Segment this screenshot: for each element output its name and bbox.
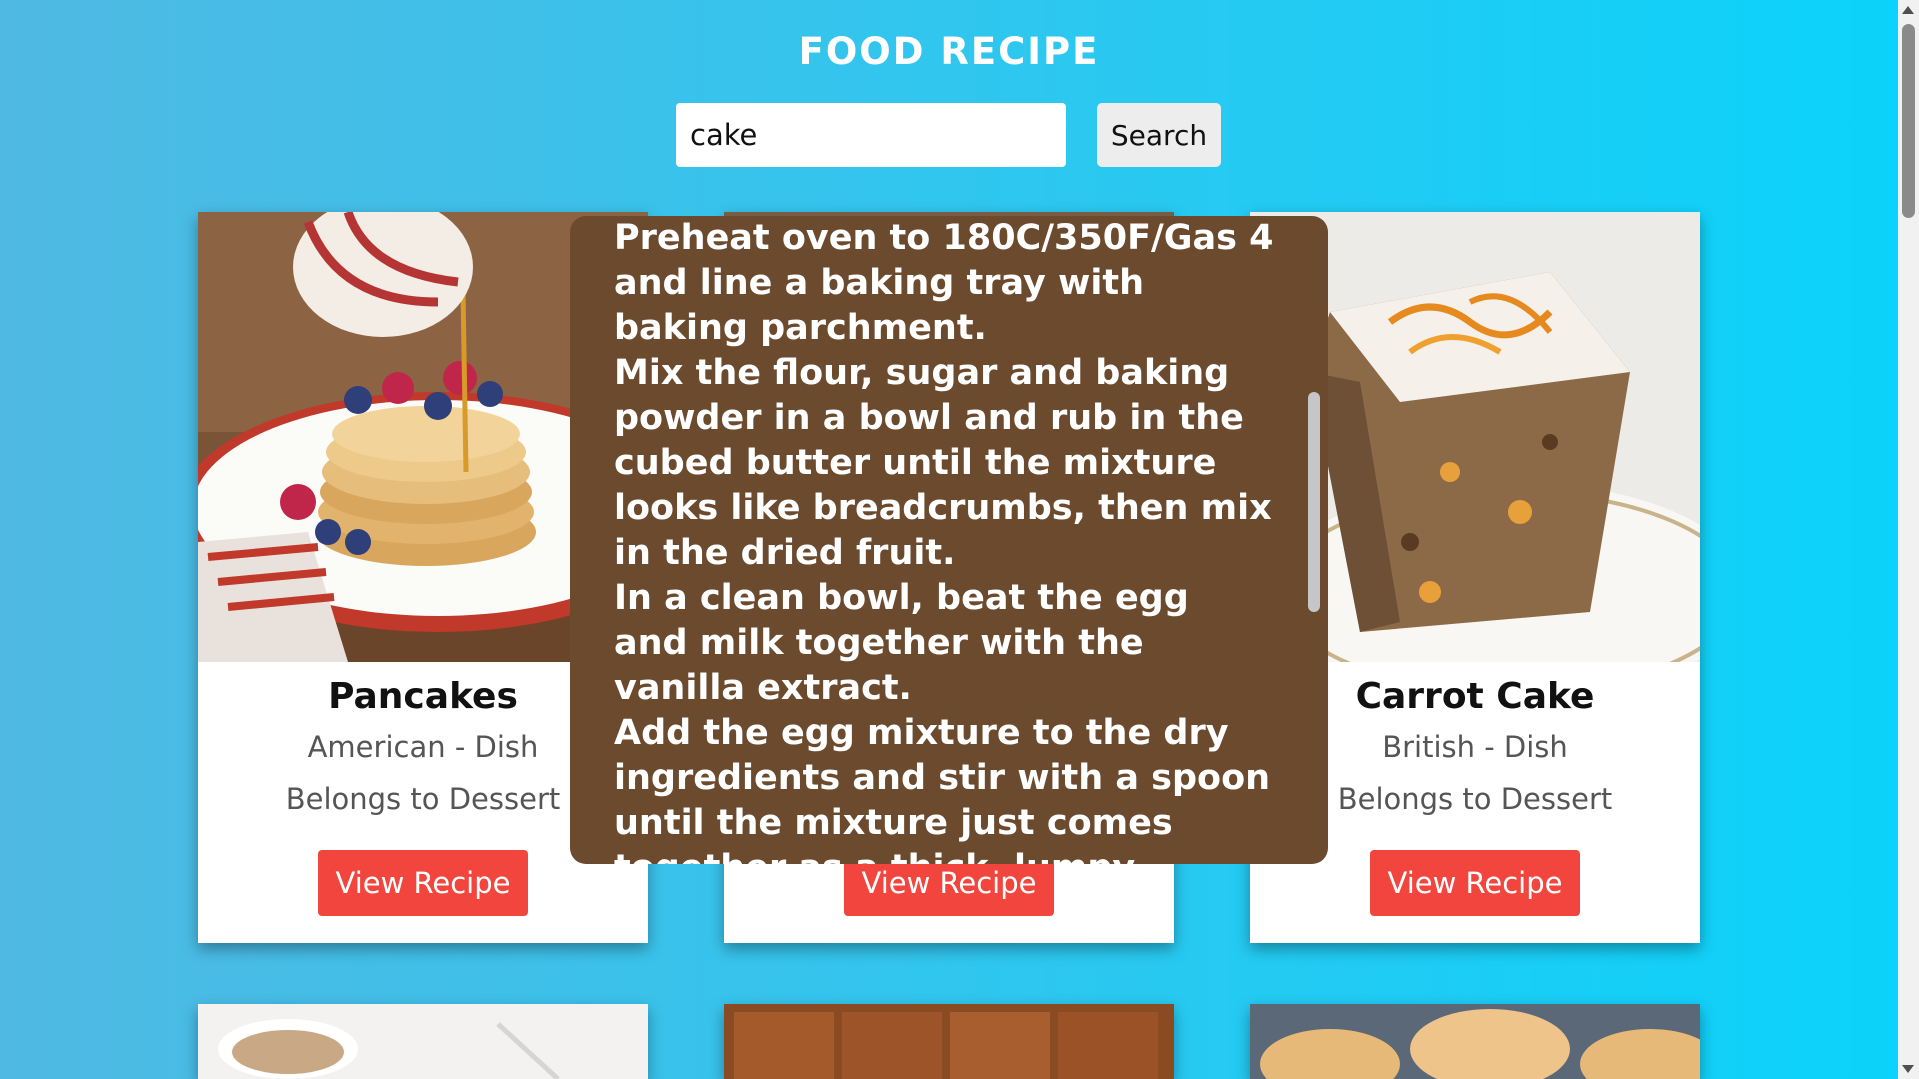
scroll-down-arrow-icon[interactable] bbox=[1902, 1065, 1914, 1073]
brownie-squares-photo bbox=[724, 1004, 1174, 1079]
milk-pudding-photo bbox=[198, 1004, 648, 1079]
scrollbar-thumb[interactable] bbox=[1902, 24, 1915, 218]
page: FOOD RECIPE Search bbox=[0, 0, 1898, 1079]
recipe-instructions-popup[interactable]: Preheat oven to 180C/350F/Gas 4 and line… bbox=[570, 216, 1328, 864]
pastries-photo bbox=[1250, 1004, 1700, 1079]
scroll-up-arrow-icon[interactable] bbox=[1902, 6, 1914, 14]
popup-scrollbar[interactable] bbox=[1308, 392, 1320, 612]
search-input[interactable] bbox=[676, 103, 1066, 167]
search-button[interactable]: Search bbox=[1097, 103, 1221, 167]
recipe-card-bottom-3 bbox=[1250, 1004, 1700, 1079]
view-recipe-button[interactable]: View Recipe bbox=[318, 850, 528, 916]
recipe-card-bottom-1 bbox=[198, 1004, 648, 1079]
recipe-card-bottom-2 bbox=[724, 1004, 1174, 1079]
view-recipe-button[interactable]: View Recipe bbox=[1370, 850, 1580, 916]
recipe-instructions-text: Preheat oven to 180C/350F/Gas 4 and line… bbox=[614, 218, 1274, 864]
page-scrollbar[interactable] bbox=[1898, 0, 1919, 1079]
search-bar: Search bbox=[0, 103, 1898, 167]
page-title: FOOD RECIPE bbox=[798, 30, 1100, 73]
